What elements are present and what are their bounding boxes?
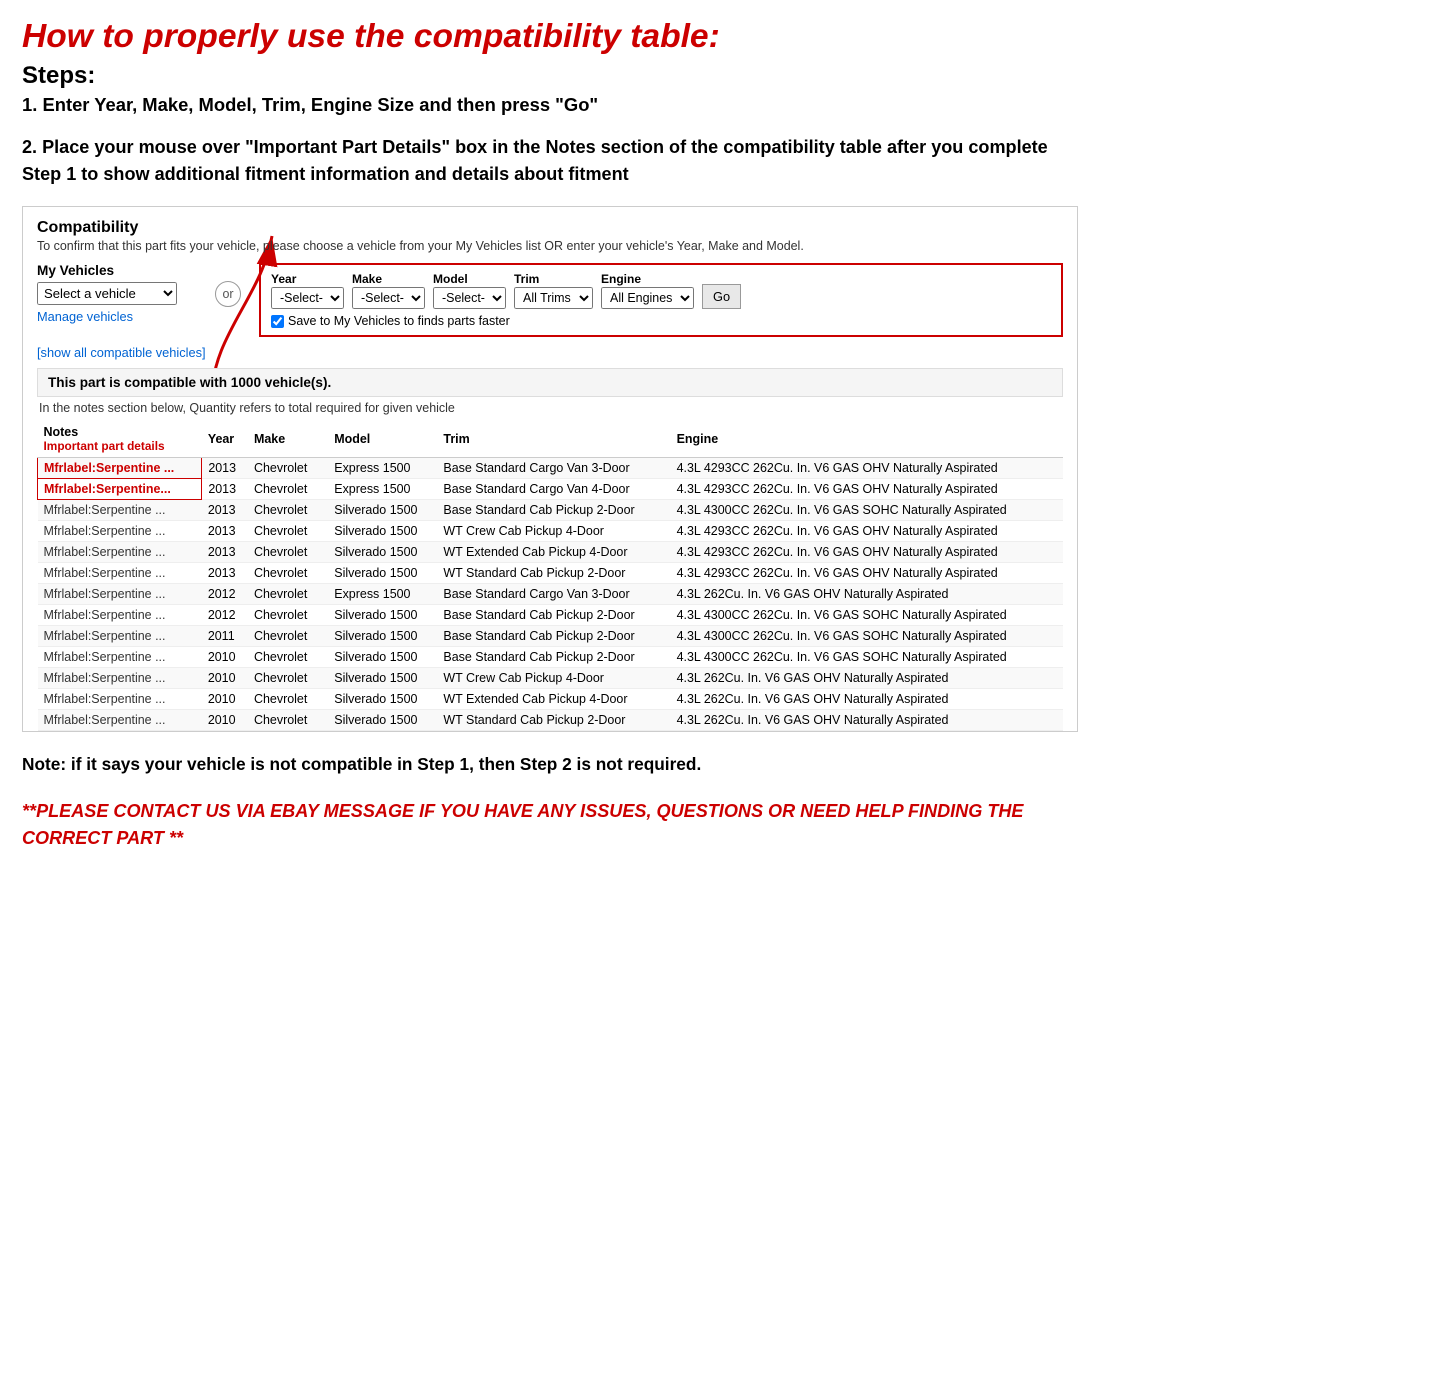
go-button[interactable]: Go bbox=[702, 284, 741, 309]
compatibility-section: Compatibility To confirm that this part … bbox=[22, 206, 1078, 732]
table-row: Mfrlabel:Serpentine ...2012ChevroletExpr… bbox=[38, 584, 1064, 605]
make-field: Make -Select- bbox=[352, 272, 425, 309]
compatibility-table: Notes Important part details Year Make M… bbox=[37, 421, 1063, 731]
model-label: Model bbox=[433, 272, 506, 286]
table-row: Mfrlabel:Serpentine ...2010ChevroletSilv… bbox=[38, 710, 1064, 731]
trim-field: Trim All Trims bbox=[514, 272, 593, 309]
or-divider: or bbox=[215, 281, 241, 307]
th-notes: Notes Important part details bbox=[38, 421, 202, 458]
table-row: Mfrlabel:Serpentine ...2011ChevroletSilv… bbox=[38, 626, 1064, 647]
step1-text: 1. Enter Year, Make, Model, Trim, Engine… bbox=[22, 94, 1078, 116]
table-row: Mfrlabel:Serpentine ...2010ChevroletSilv… bbox=[38, 647, 1064, 668]
table-row: Mfrlabel:Serpentine ...2012ChevroletSilv… bbox=[38, 605, 1064, 626]
save-checkbox-label: Save to My Vehicles to finds parts faste… bbox=[288, 314, 510, 328]
vehicle-form: Year -Select- Make -Select- Model -Selec… bbox=[259, 263, 1063, 337]
trim-select[interactable]: All Trims bbox=[514, 287, 593, 309]
table-row: Mfrlabel:Serpentine ...2013ChevroletSilv… bbox=[38, 563, 1064, 584]
engine-select[interactable]: All Engines bbox=[601, 287, 694, 309]
my-vehicles-panel: My Vehicles Select a vehicle Manage vehi… bbox=[37, 263, 197, 324]
select-vehicle-dropdown[interactable]: Select a vehicle bbox=[37, 282, 177, 305]
table-row: Mfrlabel:Serpentine ...2013ChevroletSilv… bbox=[38, 500, 1064, 521]
year-field: Year -Select- bbox=[271, 272, 344, 309]
make-select[interactable]: -Select- bbox=[352, 287, 425, 309]
step2-text: 2. Place your mouse over "Important Part… bbox=[22, 134, 1078, 188]
th-model: Model bbox=[328, 421, 437, 458]
th-notes-sub: Important part details bbox=[44, 439, 165, 453]
model-field: Model -Select- bbox=[433, 272, 506, 309]
engine-field: Engine All Engines bbox=[601, 272, 694, 309]
compat-note: In the notes section below, Quantity ref… bbox=[37, 401, 1063, 415]
th-notes-main: Notes bbox=[44, 425, 79, 439]
th-engine: Engine bbox=[671, 421, 1063, 458]
trim-label: Trim bbox=[514, 272, 593, 286]
th-year: Year bbox=[202, 421, 248, 458]
table-row: Mfrlabel:Serpentine ...2010ChevroletSilv… bbox=[38, 668, 1064, 689]
manage-vehicles-link[interactable]: Manage vehicles bbox=[37, 309, 197, 324]
main-title: How to properly use the compatibility ta… bbox=[22, 18, 1078, 56]
compat-title: Compatibility bbox=[37, 219, 1063, 237]
compat-subtitle: To confirm that this part fits your vehi… bbox=[37, 239, 1063, 253]
contact-section: **PLEASE CONTACT US VIA EBAY MESSAGE IF … bbox=[22, 798, 1078, 852]
th-trim: Trim bbox=[437, 421, 670, 458]
make-label: Make bbox=[352, 272, 425, 286]
steps-label: Steps: bbox=[22, 62, 1078, 90]
engine-label: Engine bbox=[601, 272, 694, 286]
show-all-link[interactable]: [show all compatible vehicles] bbox=[37, 345, 1063, 360]
table-row: Mfrlabel:Serpentine...2013ChevroletExpre… bbox=[38, 479, 1064, 500]
compat-count-bar: This part is compatible with 1000 vehicl… bbox=[37, 368, 1063, 397]
my-vehicles-label: My Vehicles bbox=[37, 263, 197, 278]
model-select[interactable]: -Select- bbox=[433, 287, 506, 309]
year-label: Year bbox=[271, 272, 344, 286]
note-section: Note: if it says your vehicle is not com… bbox=[22, 752, 1078, 778]
table-row: Mfrlabel:Serpentine ...2010ChevroletSilv… bbox=[38, 689, 1064, 710]
table-row: Mfrlabel:Serpentine ...2013ChevroletSilv… bbox=[38, 521, 1064, 542]
table-row: Mfrlabel:Serpentine ...2013ChevroletExpr… bbox=[38, 458, 1064, 479]
table-row: Mfrlabel:Serpentine ...2013ChevroletSilv… bbox=[38, 542, 1064, 563]
save-checkbox[interactable] bbox=[271, 315, 284, 328]
th-make: Make bbox=[248, 421, 328, 458]
year-select[interactable]: -Select- bbox=[271, 287, 344, 309]
